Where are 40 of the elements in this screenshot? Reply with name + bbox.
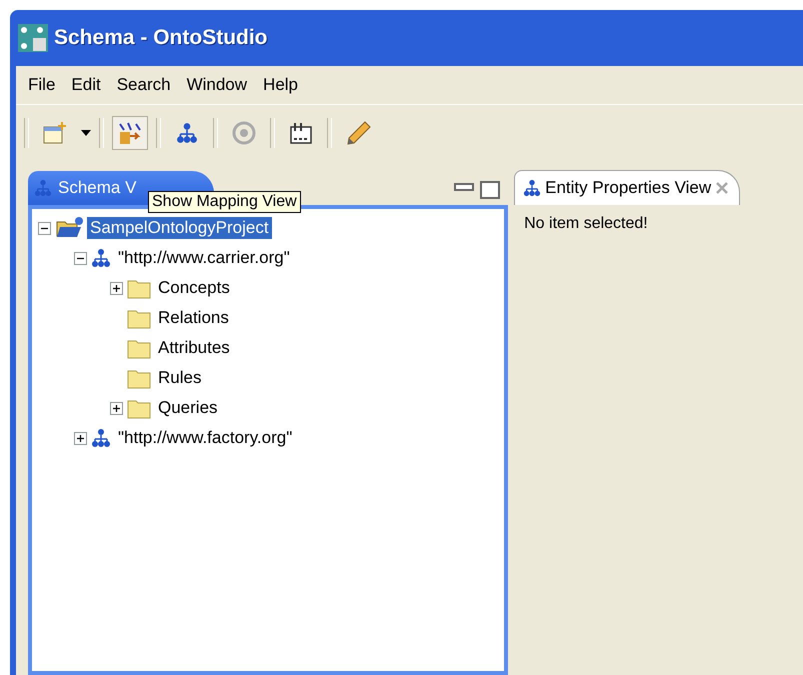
menu-item[interactable]: Help	[257, 73, 304, 97]
open-folder-icon	[55, 216, 83, 240]
minimize-button[interactable]	[454, 183, 474, 191]
tree-item[interactable]: Rules	[155, 367, 204, 389]
tree-item[interactable]: Queries	[155, 397, 221, 419]
hierarchy-icon	[176, 122, 198, 144]
tooltip: Show Mapping View	[148, 191, 301, 213]
window-title: Schema - OntoStudio	[54, 26, 268, 50]
status-message: No item selected!	[524, 215, 648, 232]
new-window-icon	[42, 121, 68, 145]
hierarchy-icon	[34, 179, 52, 197]
tree-item[interactable]: "http://www.carrier.org"	[115, 247, 293, 269]
tree-item[interactable]: SampelOntologyProject	[87, 217, 272, 239]
plus-icon	[111, 282, 122, 294]
app-logo-icon	[18, 24, 48, 52]
collapse-toggle[interactable]	[74, 252, 87, 264]
tree-item[interactable]: Concepts	[155, 277, 233, 299]
view-tab[interactable]: Entity Properties View	[514, 170, 740, 205]
mapping-view-button[interactable]	[112, 116, 148, 150]
hierarchy-icon	[91, 248, 111, 268]
hierarchy-icon	[523, 179, 542, 197]
circle-icon	[232, 121, 256, 145]
maximize-button[interactable]	[480, 181, 500, 199]
dropdown-caret-icon[interactable]	[81, 130, 91, 136]
expand-toggle[interactable]	[110, 402, 123, 414]
hierarchy-icon	[91, 428, 111, 448]
expand-toggle[interactable]	[74, 432, 87, 444]
pen-icon	[345, 120, 371, 146]
tree-item[interactable]: Relations	[155, 307, 232, 329]
menu-item[interactable]: Edit	[65, 73, 107, 97]
expand-toggle[interactable]	[110, 282, 123, 294]
document-icon	[288, 121, 314, 145]
menu-item[interactable]: Window	[180, 73, 254, 97]
tree-item[interactable]: Attributes	[155, 337, 233, 359]
collapse-toggle[interactable]	[38, 222, 51, 234]
plus-icon	[75, 432, 86, 444]
plus-icon	[111, 402, 122, 414]
menu-item[interactable]: Search	[110, 73, 177, 97]
tree-item[interactable]: "http://www.factory.org"	[115, 427, 296, 449]
menu-item[interactable]: File	[22, 73, 62, 97]
